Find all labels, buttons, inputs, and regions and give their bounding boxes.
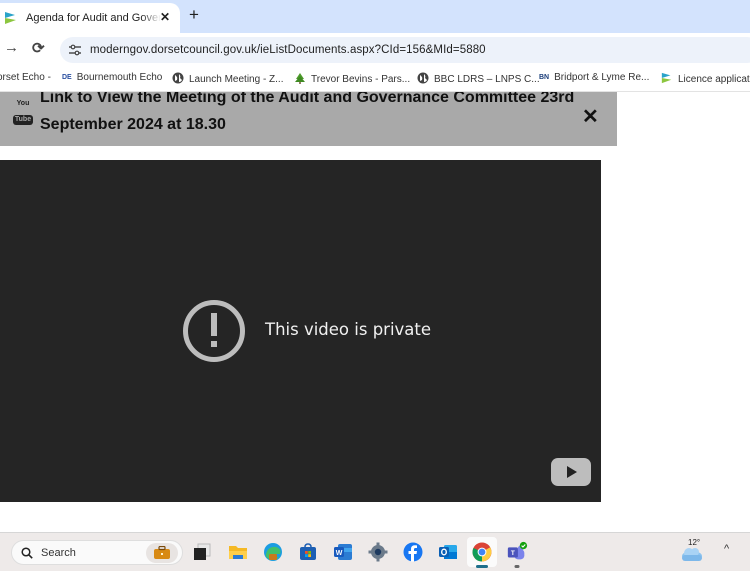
bookmark-label: BBC LDRS – LNPS C... — [434, 74, 540, 85]
weather-temperature: 12° — [688, 538, 701, 547]
word-icon[interactable]: W — [332, 541, 354, 563]
facebook-icon[interactable] — [402, 541, 424, 563]
svg-text:T: T — [511, 550, 515, 557]
active-app-indicator — [476, 565, 488, 568]
globe-icon — [417, 72, 429, 87]
outlook-icon[interactable] — [437, 541, 459, 563]
dorset-council-favicon-icon — [661, 72, 673, 87]
meeting-video-banner: You Tube Link to View the Meeting of the… — [0, 92, 617, 146]
dorset-council-favicon-icon — [4, 11, 18, 25]
browser-toolbar: → ⟳ moderngov.dorsetcouncil.gov.uk/ieLis… — [0, 33, 750, 66]
tab-title: Agenda for Audit and Governance Committe… — [26, 12, 161, 24]
settings-gear-icon[interactable] — [367, 541, 389, 563]
file-explorer-icon[interactable] — [227, 541, 249, 563]
bookmark-label: Bridport & Lyme Re... — [554, 72, 650, 83]
new-tab-button[interactable]: + — [189, 5, 199, 25]
url-text[interactable]: moderngov.dorsetcouncil.gov.uk/ieListDoc… — [90, 44, 486, 56]
edge-icon[interactable] — [262, 541, 284, 563]
site-info-icon[interactable] — [66, 41, 84, 59]
bookmark-label: Trevor Bevins - Pars... — [311, 74, 411, 85]
tab-close-icon[interactable]: ✕ — [160, 10, 170, 24]
work-bag-icon — [146, 543, 178, 563]
bookmark-label: Bournemouth Echo — [76, 72, 163, 83]
youtube-logo-tube: Tube — [12, 115, 34, 125]
banner-title: Link to View the Meeting of the Audit an… — [40, 92, 575, 133]
bookmark-launch-meeting[interactable]: Launch Meeting - Z... — [172, 72, 284, 87]
task-view-icon[interactable] — [191, 541, 213, 563]
globe-icon — [172, 72, 184, 87]
search-label: Search — [41, 546, 76, 559]
bookmark-bridport-lyme[interactable]: BN Bridport & Lyme Re... — [539, 72, 649, 83]
bookmarks-bar: orset Echo - DE Bournemouth Echo Launch … — [0, 66, 750, 92]
microsoft-store-icon[interactable] — [297, 541, 319, 563]
bookmark-licence-application[interactable]: Licence applicatio — [661, 72, 750, 87]
bookmark-label: Licence applicatio — [678, 74, 750, 85]
youtube-play-button[interactable] — [551, 458, 591, 486]
bookmark-bournemouth-echo[interactable]: DE Bournemouth Echo — [62, 72, 162, 83]
close-icon[interactable]: ✕ — [582, 107, 599, 127]
page-content: You Tube Link to View the Meeting of the… — [0, 92, 750, 532]
bookmark-dorset-echo[interactable]: orset Echo - — [0, 72, 51, 83]
search-icon — [21, 546, 33, 559]
tab-strip: Agenda for Audit and Governance Committe… — [0, 0, 750, 33]
exclamation-circle-icon — [183, 300, 245, 362]
bookmark-label: orset Echo - — [0, 72, 51, 83]
teams-icon[interactable]: T — [506, 541, 528, 568]
youtube-logo-icon: You Tube — [12, 100, 34, 126]
youtube-logo-you: You — [16, 100, 30, 107]
bookmark-label: Launch Meeting - Z... — [189, 74, 284, 85]
running-app-indicator — [514, 565, 520, 568]
svg-text:W: W — [336, 550, 343, 557]
tree-icon — [294, 72, 306, 87]
weather-widget[interactable]: 12° — [681, 538, 705, 565]
bn-logo-icon: BN — [539, 74, 550, 81]
address-bar[interactable]: moderngov.dorsetcouncil.gov.uk/ieListDoc… — [60, 37, 750, 63]
chrome-icon[interactable] — [467, 537, 497, 568]
forward-arrow-icon[interactable]: → — [4, 39, 19, 56]
video-private-message: This video is private — [265, 320, 432, 339]
show-hidden-icons-chevron-icon[interactable]: ^ — [724, 543, 729, 555]
bookmark-trevor-bevins[interactable]: Trevor Bevins - Pars... — [294, 72, 410, 87]
de-logo-icon: DE — [62, 74, 72, 81]
video-player[interactable]: This video is private — [0, 160, 601, 502]
taskbar-search[interactable]: Search — [11, 540, 183, 565]
bookmark-bbc-ldrs[interactable]: BBC LDRS – LNPS C... — [417, 72, 540, 87]
browser-tab[interactable]: Agenda for Audit and Governance Committe… — [0, 3, 180, 33]
windows-taskbar: Search W T 12° ^ — [0, 532, 750, 571]
reload-icon[interactable]: ⟳ — [32, 39, 45, 57]
